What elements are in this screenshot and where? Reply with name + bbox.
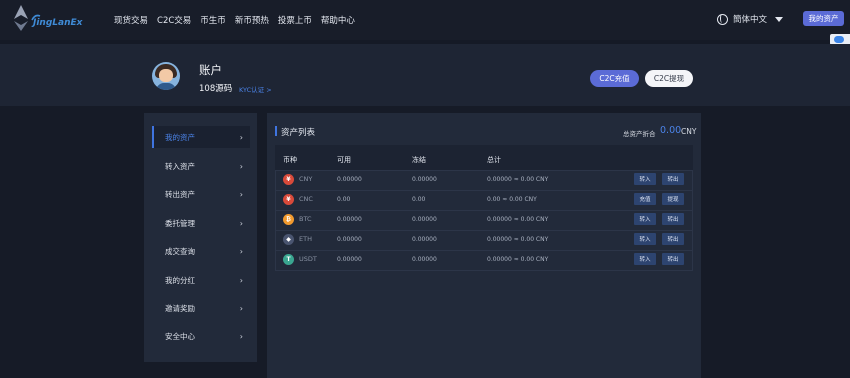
transfer-in-button[interactable]: 转入 xyxy=(634,173,656,185)
coin-symbol: USDT xyxy=(299,255,317,263)
available-value: 0.00000 xyxy=(337,256,362,263)
total-value: 0.00000 ≈ 0.00 CNY xyxy=(487,256,549,263)
available-value: 0.00 xyxy=(337,196,351,203)
page-title: 资产列表 xyxy=(281,128,316,138)
total-assets-unit: CNY xyxy=(681,127,697,136)
chevron-right-icon: › xyxy=(239,303,243,313)
c2c-deposit-button[interactable]: C2C充值 xyxy=(590,70,639,87)
frozen-value: 0.00000 xyxy=(412,236,437,243)
eth-coin-icon: ◆ xyxy=(283,234,294,245)
nav-new-coin-preheat[interactable]: 新币预热 xyxy=(235,14,269,26)
sidebar-item-trade-history[interactable]: 成交查询 › xyxy=(152,240,250,262)
chevron-right-icon: › xyxy=(239,132,243,142)
avatar xyxy=(152,62,180,90)
language-label: 簡体中文 xyxy=(733,15,768,25)
total-value: 0.00000 ≈ 0.00 CNY xyxy=(487,216,549,223)
sidebar-item-transfer-in[interactable]: 转入资产 › xyxy=(152,155,250,177)
sidebar-item-my-assets[interactable]: 我的资产 › xyxy=(152,126,250,148)
coin-symbol: CNY xyxy=(299,175,313,183)
transfer-out-button[interactable]: 转出 xyxy=(662,213,684,225)
top-navbar: JingLanEx 现货交易 C2C交易 币生币 新币预热 投票上币 帮助中心 … xyxy=(0,0,850,40)
frozen-value: 0.00 xyxy=(412,196,426,203)
withdraw-button[interactable]: 提现 xyxy=(662,193,684,205)
c2c-withdraw-button[interactable]: C2C提现 xyxy=(645,70,693,87)
account-header xyxy=(0,44,850,106)
brand-name: JingLanEx xyxy=(33,18,83,28)
total-value: 0.00 ≈ 0.00 CNY xyxy=(487,196,537,203)
chevron-right-icon: › xyxy=(239,246,243,256)
nav-coin-to-coin[interactable]: 币生币 xyxy=(200,14,226,26)
available-value: 0.00000 xyxy=(337,236,362,243)
column-header-coin: 币种 xyxy=(283,156,297,164)
total-value: 0.00000 ≈ 0.00 CNY xyxy=(487,236,549,243)
transfer-out-button[interactable]: 转出 xyxy=(662,173,684,185)
frozen-value: 0.00000 xyxy=(412,256,437,263)
column-header-available: 可用 xyxy=(337,156,351,164)
main-nav: 现货交易 C2C交易 币生币 新币预热 投票上币 帮助中心 xyxy=(114,14,364,26)
nav-spot-trading[interactable]: 现货交易 xyxy=(114,14,148,26)
column-header-frozen: 冻结 xyxy=(412,156,426,164)
sidebar-item-label: 邀请奖励 xyxy=(165,303,195,313)
cnc-coin-icon: ¥ xyxy=(283,194,294,205)
account-title: 账户 xyxy=(199,63,222,77)
language-selector[interactable]: 簡体中文 xyxy=(717,13,784,25)
sidebar-item-referral[interactable]: 邀请奖励 › xyxy=(152,297,250,319)
frozen-value: 0.00000 xyxy=(412,176,437,183)
total-value: 0.00000 ≈ 0.00 CNY xyxy=(487,176,549,183)
total-assets-label: 总资产折合 xyxy=(623,130,656,138)
cny-coin-icon: ¥ xyxy=(283,174,294,185)
usdt-coin-icon: T xyxy=(283,254,294,265)
sidebar-item-label: 我的分红 xyxy=(165,275,195,285)
sidebar-item-label: 成交查询 xyxy=(165,246,195,256)
coin-symbol: CNC xyxy=(299,195,313,203)
available-value: 0.00000 xyxy=(337,216,362,223)
transfer-in-button[interactable]: 转入 xyxy=(634,253,656,265)
sidebar-item-transfer-out[interactable]: 转出资产 › xyxy=(152,183,250,205)
deposit-button[interactable]: 充值 xyxy=(634,193,656,205)
coin-symbol: BTC xyxy=(299,215,312,223)
nav-vote-listing[interactable]: 投票上币 xyxy=(278,14,312,26)
chevron-right-icon: › xyxy=(239,331,243,341)
total-assets-value: 0.00 xyxy=(660,125,682,136)
sidebar-item-label: 安全中心 xyxy=(165,331,195,341)
sidebar-item-dividends[interactable]: 我的分红 › xyxy=(152,269,250,291)
nav-help-center[interactable]: 帮助中心 xyxy=(321,14,355,26)
transfer-out-button[interactable]: 转出 xyxy=(662,253,684,265)
chevron-right-icon: › xyxy=(239,218,243,228)
globe-icon xyxy=(717,13,728,25)
chevron-right-icon: › xyxy=(239,161,243,171)
sidebar-item-label: 转入资产 xyxy=(165,161,195,171)
available-value: 0.00000 xyxy=(337,176,362,183)
transfer-in-button[interactable]: 转入 xyxy=(634,213,656,225)
transfer-out-button[interactable]: 转出 xyxy=(662,233,684,245)
my-assets-button[interactable]: 我的资产 xyxy=(803,11,844,26)
sidebar-item-label: 转出资产 xyxy=(165,189,195,199)
sidebar-item-label: 我的资产 xyxy=(165,132,195,142)
frozen-value: 0.00000 xyxy=(412,216,437,223)
sidebar: 我的资产 › 转入资产 › 转出资产 › 委托管理 › 成交查询 › 我的分红 … xyxy=(144,113,257,362)
btc-coin-icon: ₿ xyxy=(283,214,294,225)
coin-symbol: ETH xyxy=(299,235,312,243)
chevron-down-icon xyxy=(775,16,784,22)
chevron-right-icon: › xyxy=(239,189,243,199)
account-username: 108源码 xyxy=(199,84,233,94)
chevron-right-icon: › xyxy=(239,275,243,285)
sidebar-item-security[interactable]: 安全中心 › xyxy=(152,325,250,347)
kyc-link[interactable]: KYC认证 > xyxy=(239,84,272,94)
title-accent xyxy=(275,126,277,136)
sidebar-item-orders[interactable]: 委托管理 › xyxy=(152,212,250,234)
transfer-in-button[interactable]: 转入 xyxy=(634,233,656,245)
column-header-total: 总计 xyxy=(487,156,501,164)
nav-c2c-trading[interactable]: C2C交易 xyxy=(157,14,191,26)
sidebar-item-label: 委托管理 xyxy=(165,218,195,228)
